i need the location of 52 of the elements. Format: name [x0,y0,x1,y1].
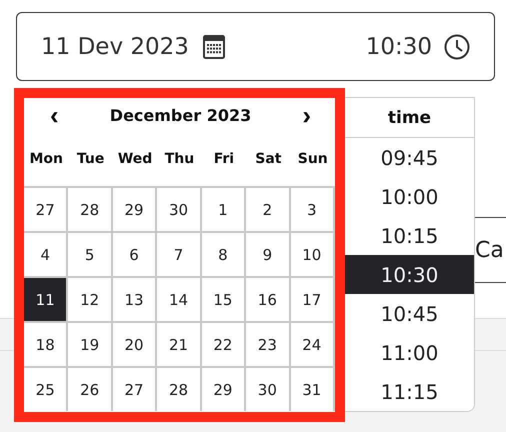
day-cell[interactable]: 22 [202,321,246,366]
day-cell[interactable]: 17 [290,276,335,321]
time-value: 10:30 [366,34,432,60]
day-cell[interactable]: 30 [157,186,202,231]
weekday-label: Wed [116,150,154,169]
day-cell[interactable]: 6 [112,231,158,276]
weekday-label: Tue [76,150,106,169]
day-cell[interactable]: 2 [246,186,291,231]
day-cell[interactable]: 29 [112,186,158,231]
day-cell[interactable]: 18 [24,321,68,366]
month-title: December 2023 [110,106,252,124]
day-cell[interactable]: 21 [157,321,202,366]
time-option[interactable]: 10:30 [345,255,474,294]
weekday-label: Sat [254,150,282,169]
clock-icon[interactable] [444,34,470,60]
day-cell[interactable]: 11 [24,276,68,321]
day-cell[interactable]: 7 [157,231,202,276]
day-cell[interactable]: 19 [68,321,113,366]
day-cell[interactable]: 29 [202,366,246,411]
weekday-label: Sun [296,150,329,169]
day-cell[interactable]: 14 [157,276,202,321]
day-cell[interactable]: 23 [246,321,291,366]
day-cell[interactable]: 30 [246,366,291,411]
previous-month-button[interactable]: ‹ [46,105,63,125]
day-cell[interactable]: 3 [290,186,335,231]
day-cell[interactable]: 8 [202,231,246,276]
calendar-icon[interactable] [202,34,225,60]
day-cell[interactable]: 12 [68,276,113,321]
day-cell[interactable]: 20 [112,321,158,366]
day-cell[interactable]: 28 [157,366,202,411]
weekday-label: Fri [212,150,236,169]
day-cell[interactable]: 1 [202,186,246,231]
day-cell[interactable]: 27 [24,186,68,231]
day-cell[interactable]: 9 [246,231,291,276]
day-cell[interactable]: 24 [290,321,335,366]
day-cell[interactable]: 15 [202,276,246,321]
date-value: 11 Dev 2023 [41,34,189,60]
time-header: time [345,97,475,138]
day-cell[interactable]: 25 [24,366,68,411]
day-cell[interactable]: 4 [24,231,68,276]
day-cell[interactable]: 28 [68,186,113,231]
next-month-button[interactable]: › [298,105,315,125]
day-cell[interactable]: 27 [112,366,158,411]
day-cell[interactable]: 13 [112,276,158,321]
weekday-label: Thu [164,150,196,169]
day-cell[interactable]: 31 [290,366,335,411]
date-time-field[interactable]: 11 Dev 2023 10:30 [16,12,495,81]
day-cell[interactable]: 16 [246,276,291,321]
weekday-label: Mon [28,150,64,169]
day-cell[interactable]: 5 [68,231,113,276]
day-cell[interactable]: 10 [290,231,335,276]
day-cell[interactable]: 26 [68,366,113,411]
